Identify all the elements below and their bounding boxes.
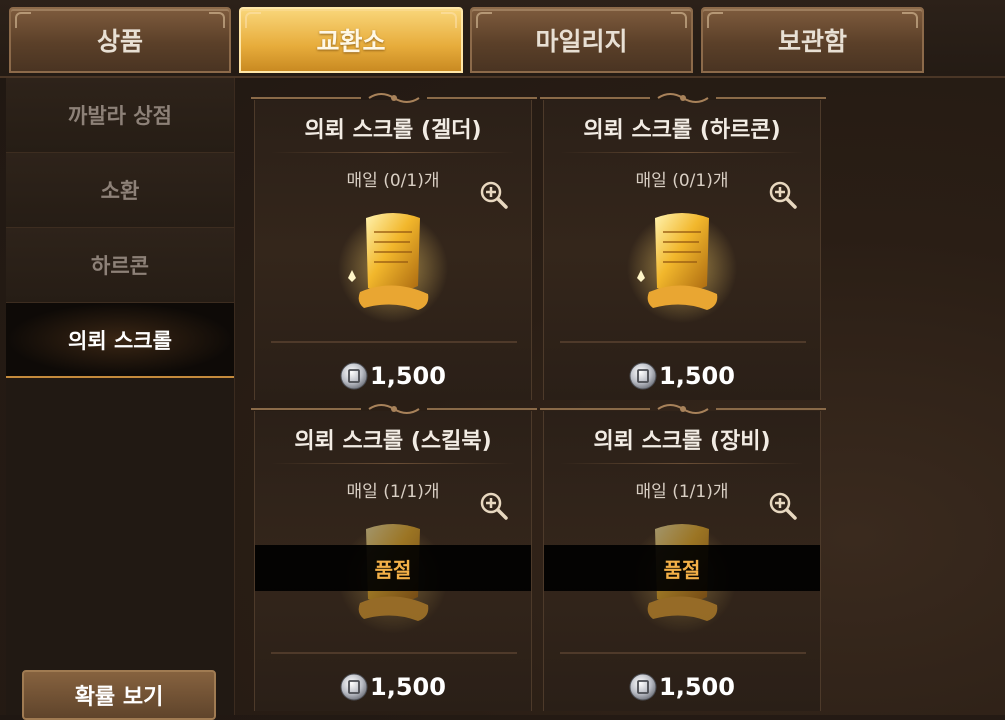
shop-card-skillbook[interactable]: 의뢰 스크롤 (스킬북) 매일 (1/1)개 품절 1,500 [251,404,537,711]
sidebar-item-harcon[interactable]: 하르콘 [6,228,234,303]
price-value: 1,500 [659,673,735,701]
sidebar-item-label: 까발라 상점 [68,104,172,128]
zoom-in-icon[interactable] [479,491,509,521]
tab-label: 상품 [96,27,143,56]
card-divider-ornament [560,652,806,654]
card-title: 의뢰 스크롤 (겔더) [304,118,482,143]
silver-coin-icon [340,673,368,701]
tab-label: 마일리지 [535,27,628,56]
tab-label: 보관함 [777,27,847,56]
price-row: 1,500 [544,673,820,701]
card-ornament [251,93,537,103]
tab-ornament [902,12,918,28]
tab-ornament [441,12,457,28]
sidebar-item-summon[interactable]: 소환 [6,153,234,228]
sold-out-label: 품절 [374,557,412,582]
zoom-in-icon[interactable] [768,180,798,210]
silver-coin-icon [340,362,368,390]
card-divider-ornament [560,341,806,343]
sold-out-label: 품절 [663,557,701,582]
card-divider [560,463,804,464]
sidebar-item-label: 하르콘 [91,254,149,278]
card-divider-ornament [271,341,517,343]
tab-storage[interactable]: 보관함 [701,7,924,73]
tab-ornament [245,12,261,28]
tab-exchange[interactable]: 교환소 [239,7,463,73]
category-sidebar: 까발라 상점 소환 하르콘 의뢰 스크롤 [6,78,235,715]
sidebar-item-label: 소환 [100,179,140,203]
sold-out-banner: 품절 [544,545,820,591]
card-ornament [251,404,537,414]
price-value: 1,500 [659,362,735,390]
card-title: 의뢰 스크롤 (하르콘) [583,118,781,143]
scroll-icon [627,213,737,323]
sidebar-item-request-scroll[interactable]: 의뢰 스크롤 [6,303,234,378]
card-ornament [540,404,826,414]
view-probability-label: 확률 보기 [74,685,164,710]
silver-coin-icon [629,362,657,390]
tab-label: 교환소 [316,27,386,56]
zoom-in-icon[interactable] [479,180,509,210]
shop-card-gelder[interactable]: 의뢰 스크롤 (겔더) 매일 (0/1)개 1,500 [251,93,537,400]
tab-ornament [15,12,31,28]
price-value: 1,500 [370,673,446,701]
silver-coin-icon [629,673,657,701]
price-row: 1,500 [544,362,820,390]
card-divider [560,152,804,153]
card-ornament [540,93,826,103]
shop-card-harcon[interactable]: 의뢰 스크롤 (하르콘) 매일 (0/1)개 1,500 [540,93,826,400]
shop-card-equipment[interactable]: 의뢰 스크롤 (장비) 매일 (1/1)개 품절 1,500 [540,404,826,711]
view-probability-button[interactable]: 확률 보기 [22,670,216,720]
card-title: 의뢰 스크롤 (스킬북) [294,429,492,454]
top-tab-bar: 상품 교환소 마일리지 보관함 [0,0,1005,78]
price-row: 1,500 [255,362,531,390]
tab-ornament [707,12,723,28]
zoom-in-icon[interactable] [768,491,798,521]
sidebar-item-kavala-shop[interactable]: 까발라 상점 [6,78,234,153]
price-row: 1,500 [255,673,531,701]
tab-products[interactable]: 상품 [9,7,231,73]
card-title: 의뢰 스크롤 (장비) [593,429,771,454]
card-divider [271,152,515,153]
card-divider [271,463,515,464]
scroll-icon [338,213,448,323]
tab-mileage[interactable]: 마일리지 [470,7,693,73]
card-divider-ornament [271,652,517,654]
sold-out-banner: 품절 [255,545,531,591]
tab-ornament [209,12,225,28]
tab-ornament [671,12,687,28]
sidebar-item-label: 의뢰 스크롤 [68,328,172,353]
tab-ornament [476,12,492,28]
price-value: 1,500 [370,362,446,390]
